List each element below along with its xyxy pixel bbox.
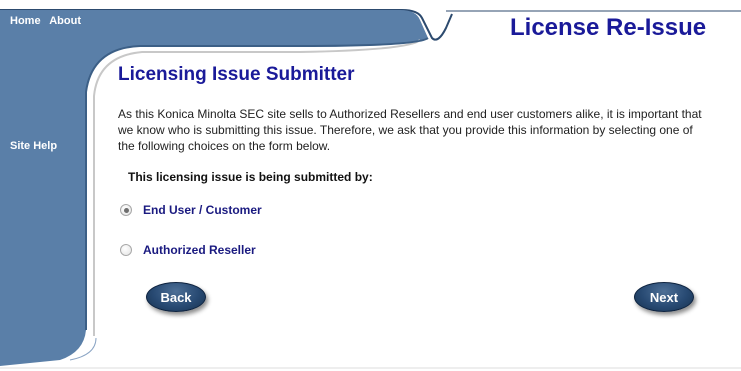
nav-home-link[interactable]: Home	[10, 15, 41, 27]
end-user-radio[interactable]	[120, 204, 132, 216]
section-title: Licensing Issue Submitter	[118, 64, 355, 85]
authorized-reseller-radio[interactable]	[120, 244, 132, 256]
back-button[interactable]: Back	[146, 282, 206, 312]
page-frame	[0, 9, 741, 369]
next-button[interactable]: Next	[634, 282, 694, 312]
submitter-question: This licensing issue is being submitted …	[128, 170, 373, 184]
option-end-user[interactable]: End User / Customer	[120, 203, 262, 217]
authorized-reseller-label[interactable]: Authorized Reseller	[143, 243, 256, 257]
nav-site-help-link[interactable]: Site Help	[10, 140, 57, 152]
top-nav: Home About	[10, 15, 87, 27]
main-content: Licensing Issue Submitter As this Konica…	[118, 64, 708, 184]
intro-text: As this Konica Minolta SEC site sells to…	[118, 107, 702, 153]
nav-about-link[interactable]: About	[49, 15, 81, 27]
end-user-label[interactable]: End User / Customer	[143, 203, 262, 217]
page-header-title: License Re-Issue	[510, 14, 707, 41]
option-authorized-reseller[interactable]: Authorized Reseller	[120, 243, 256, 257]
radio-selected-dot	[123, 207, 129, 213]
